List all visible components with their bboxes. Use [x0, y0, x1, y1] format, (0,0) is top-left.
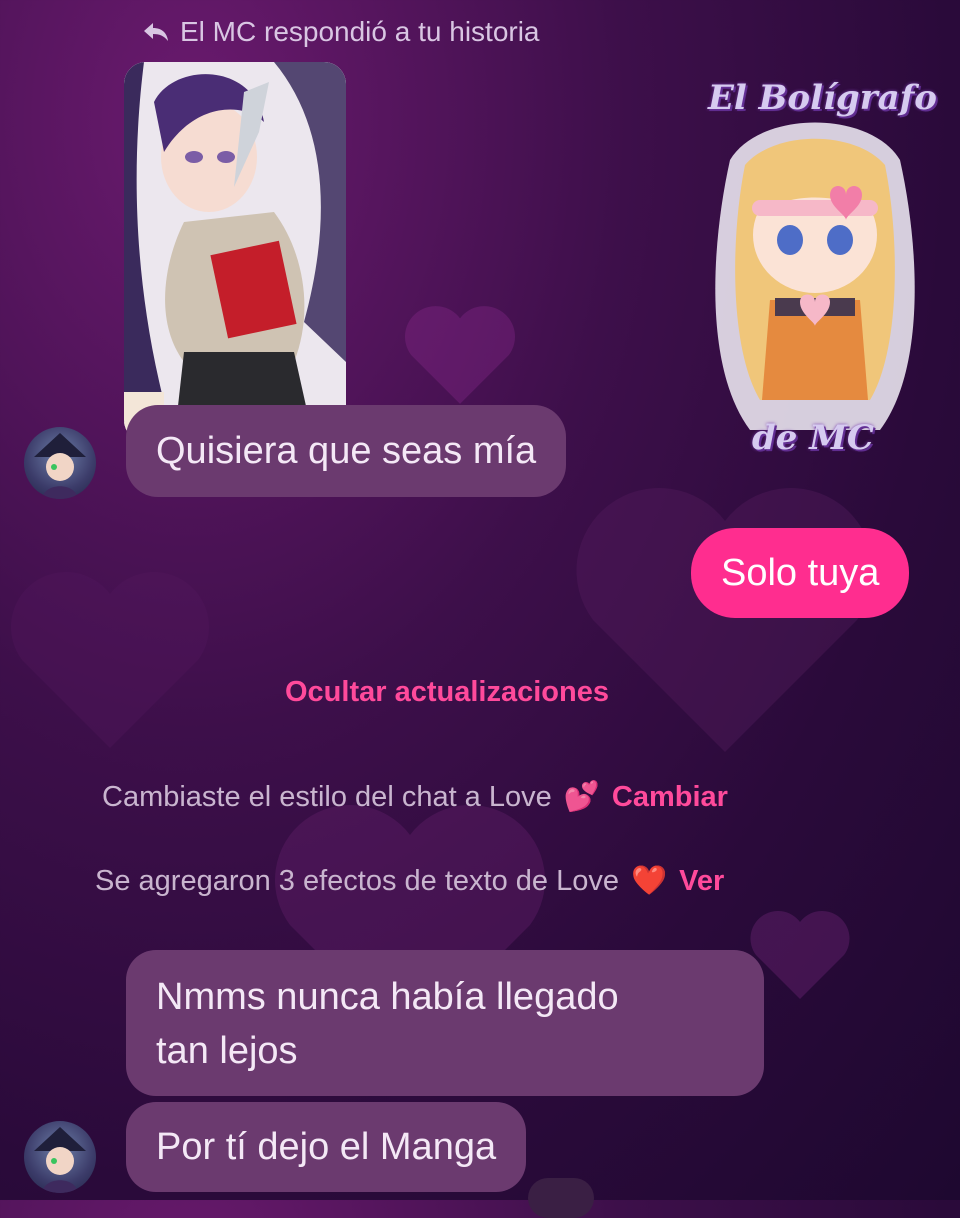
message-text: Solo tuya [721, 552, 880, 594]
text-effects-notice: Se agregaron 3 efectos de texto de Love … [95, 864, 724, 898]
story-reply-header: El MC respondió a tu historia [142, 14, 540, 50]
background-heart-icon [11, 572, 209, 748]
avatar[interactable] [24, 427, 96, 499]
red-heart-icon: ❤️ [630, 865, 668, 897]
message-text-line: Nmms nunca había llegado [156, 976, 619, 1018]
story-image[interactable] [124, 62, 346, 442]
avatar-image [34, 1127, 86, 1193]
notice-text: Cambiaste el estilo del chat a Love [102, 780, 552, 813]
message-text: Quisiera que seas mía [156, 430, 537, 472]
hide-updates-link[interactable]: Ocultar actualizaciones [285, 676, 609, 709]
outgoing-message-bubble[interactable]: Solo tuya [691, 528, 910, 618]
watermark-subtitle: de MC [752, 418, 874, 458]
background-heart-icon [405, 306, 515, 404]
view-effects-button[interactable]: Ver [679, 865, 724, 898]
chat-style-notice: Cambiaste el estilo del chat a Love 💕 Ca… [102, 780, 728, 814]
avatar-image [34, 433, 86, 499]
message-text: Por tí dejo el Manga [156, 1126, 497, 1168]
story-illustration [124, 62, 346, 442]
two-hearts-icon: 💕 [563, 781, 600, 813]
add-reaction-button[interactable] [528, 1178, 594, 1218]
incoming-message-bubble[interactable]: Nmms nunca había llegado tan lejos [126, 950, 764, 1096]
notice-text: Se agregaron 3 efectos de texto de Love [95, 864, 619, 897]
change-style-button[interactable]: Cambiar [612, 781, 728, 814]
incoming-message-bubble[interactable]: Por tí dejo el Manga [126, 1102, 527, 1192]
reply-arrow-icon [144, 23, 168, 41]
watermark-title: El Bolígrafo [708, 78, 937, 118]
incoming-message-bubble[interactable]: Quisiera que seas mía [126, 405, 567, 497]
avatar[interactable] [24, 1121, 96, 1193]
story-reply-text: El MC respondió a tu historia [180, 16, 540, 47]
background-heart-icon [576, 488, 874, 752]
watermark-sticker: El Bolígrafo de MC [690, 70, 940, 470]
message-text-line: tan lejos [156, 1030, 298, 1072]
chibi-character-illustration [715, 122, 915, 430]
